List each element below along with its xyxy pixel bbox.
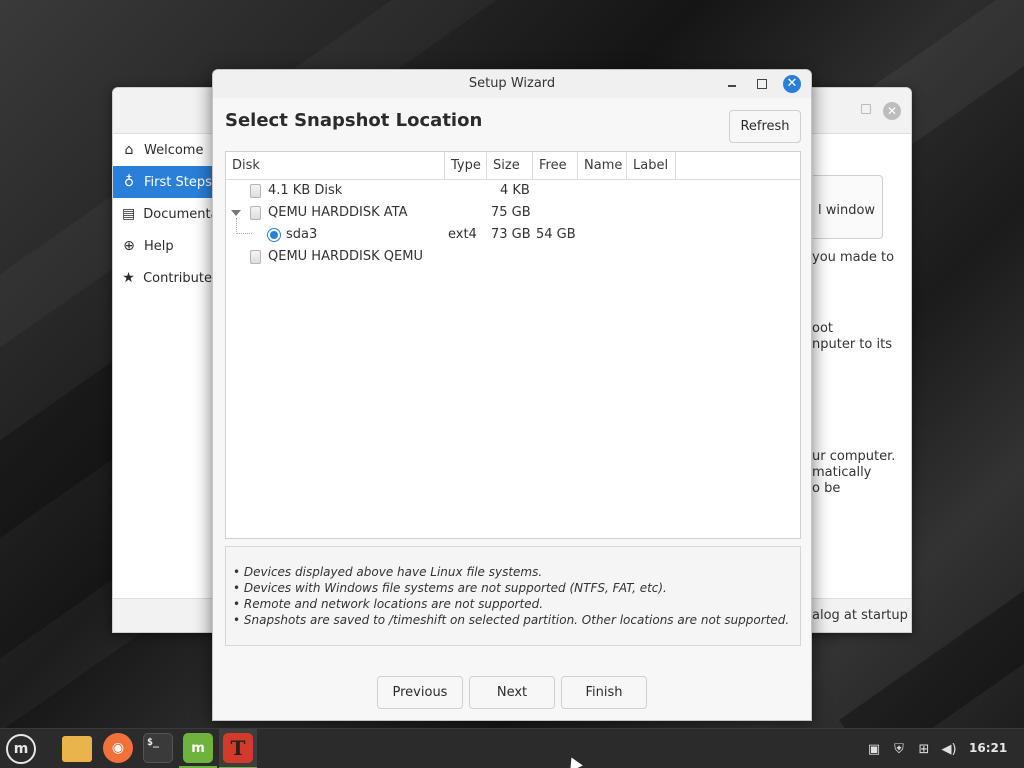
partition-free: 54 GB	[536, 227, 576, 242]
setup-wizard-window: Setup Wizard ✕ Select Snapshot Location …	[212, 69, 812, 721]
sidebar-item-first-steps[interactable]: ♁ First Steps	[113, 166, 212, 198]
welcome-partial-text: oot	[812, 321, 834, 336]
sidebar-item-documentation[interactable]: ▤ Documenta	[113, 198, 219, 230]
sidebar-item-label: First Steps	[144, 174, 212, 190]
column-header-size[interactable]: Size	[487, 152, 533, 180]
next-button[interactable]: Next	[469, 676, 555, 709]
sidebar-item-welcome[interactable]: ⌂ Welcome	[113, 134, 212, 166]
volume-icon[interactable]: ◀)	[941, 741, 957, 757]
lightbulb-icon: ♁	[123, 174, 135, 190]
column-header-free[interactable]: Free	[533, 152, 578, 180]
disk-size: 4 KB	[500, 183, 530, 198]
disk-size: 75 GB	[491, 205, 531, 220]
table-row[interactable]: QEMU HARDDISK QEMU	[226, 246, 800, 268]
welcome-startup-checkbox-label[interactable]: alog at startup	[812, 608, 908, 624]
taskbar: m ◉ $_ m T ▣ ⛨ ⊞ ◀) 16:21	[0, 728, 1024, 768]
minimize-icon[interactable]	[723, 75, 741, 93]
disk-icon	[250, 250, 261, 264]
sidebar-item-label: Contribute	[143, 270, 212, 286]
disk-name: QEMU HARDDISK ATA	[268, 205, 408, 220]
firefox-icon[interactable]: ◉	[103, 733, 133, 763]
note-line: • Snapshots are saved to /timeshift on s…	[233, 613, 790, 627]
sidebar-item-label: Documenta	[143, 206, 219, 222]
clipboard-icon[interactable]: ▣	[866, 741, 882, 757]
column-header-type[interactable]: Type	[445, 152, 487, 180]
star-icon: ★	[122, 270, 135, 286]
disk-icon	[250, 184, 261, 198]
info-notes-box: • Devices displayed above have Linux fil…	[225, 546, 801, 646]
book-icon: ▤	[122, 206, 136, 222]
welcome-partial-text: nputer to its	[812, 337, 892, 352]
menu-icon[interactable]: m	[6, 734, 36, 764]
close-icon[interactable]: ✕	[783, 75, 801, 93]
partition-type: ext4	[448, 227, 477, 242]
partition-name: sda3	[286, 227, 318, 242]
column-header-disk[interactable]: Disk	[226, 152, 445, 180]
table-row[interactable]: sda3 ext4 73 GB 54 GB	[226, 218, 800, 246]
disk-name: 4.1 KB Disk	[268, 183, 343, 198]
window-title: Setup Wizard	[468, 76, 556, 91]
network-icon[interactable]: ⊞	[916, 741, 932, 757]
sidebar-item-contribute[interactable]: ★ Contribute	[113, 262, 212, 294]
sidebar-item-label: Welcome	[144, 142, 204, 158]
disk-table: Disk Type Size Free Name Label 4.1 KB Di…	[225, 151, 801, 539]
expander-arrow-icon[interactable]	[231, 210, 241, 216]
sidebar-item-help[interactable]: ⊕ Help	[113, 230, 212, 262]
lifebuoy-icon: ⊕	[123, 238, 135, 254]
note-line: • Remote and network locations are not s…	[233, 597, 544, 611]
timeshift-icon[interactable]: T	[223, 733, 253, 763]
column-header-label[interactable]: Label	[627, 152, 676, 180]
software-manager-icon[interactable]: m	[183, 733, 213, 763]
table-body: 4.1 KB Disk 4 KB QEMU HARDDISK ATA 75 GB…	[226, 180, 800, 268]
maximize-icon[interactable]	[753, 75, 771, 93]
note-line: • Devices displayed above have Linux fil…	[233, 565, 543, 579]
welcome-close-icon[interactable]: ✕	[883, 102, 901, 120]
tree-connector-line	[236, 218, 252, 234]
welcome-sidebar: ⌂ Welcome ♁ First Steps ▤ Documenta ⊕ He…	[113, 134, 219, 600]
previous-button[interactable]: Previous	[377, 676, 463, 709]
table-row[interactable]: QEMU HARDDISK ATA 75 GB	[226, 202, 800, 224]
refresh-button[interactable]: Refresh	[729, 110, 801, 143]
welcome-partial-text: o be	[812, 481, 841, 496]
wizard-titlebar[interactable]: Setup Wizard ✕	[213, 70, 811, 98]
welcome-partial-text: you made to	[812, 250, 895, 265]
column-header-name[interactable]: Name	[578, 152, 627, 180]
partition-radio-selected[interactable]	[267, 228, 281, 242]
note-line: • Devices with Windows file systems are …	[233, 581, 667, 595]
home-icon: ⌂	[124, 142, 134, 158]
shield-icon[interactable]: ⛨	[891, 741, 907, 757]
table-header: Disk Type Size Free Name Label	[226, 152, 800, 180]
table-row[interactable]: 4.1 KB Disk 4 KB	[226, 180, 800, 202]
page-title: Select Snapshot Location	[225, 110, 483, 131]
welcome-partial-text: matically	[812, 465, 872, 480]
partition-size: 73 GB	[491, 227, 531, 242]
sidebar-item-label: Help	[144, 238, 174, 254]
finish-button[interactable]: Finish	[561, 676, 647, 709]
disk-name: QEMU HARDDISK QEMU	[268, 249, 423, 264]
terminal-icon[interactable]: $_	[143, 733, 173, 763]
welcome-partial-text: l window	[818, 203, 876, 218]
welcome-partial-text: ur computer.	[812, 449, 896, 464]
welcome-maximize-icon[interactable]	[861, 104, 871, 114]
files-icon[interactable]	[62, 736, 92, 762]
clock[interactable]: 16:21	[969, 741, 1007, 755]
